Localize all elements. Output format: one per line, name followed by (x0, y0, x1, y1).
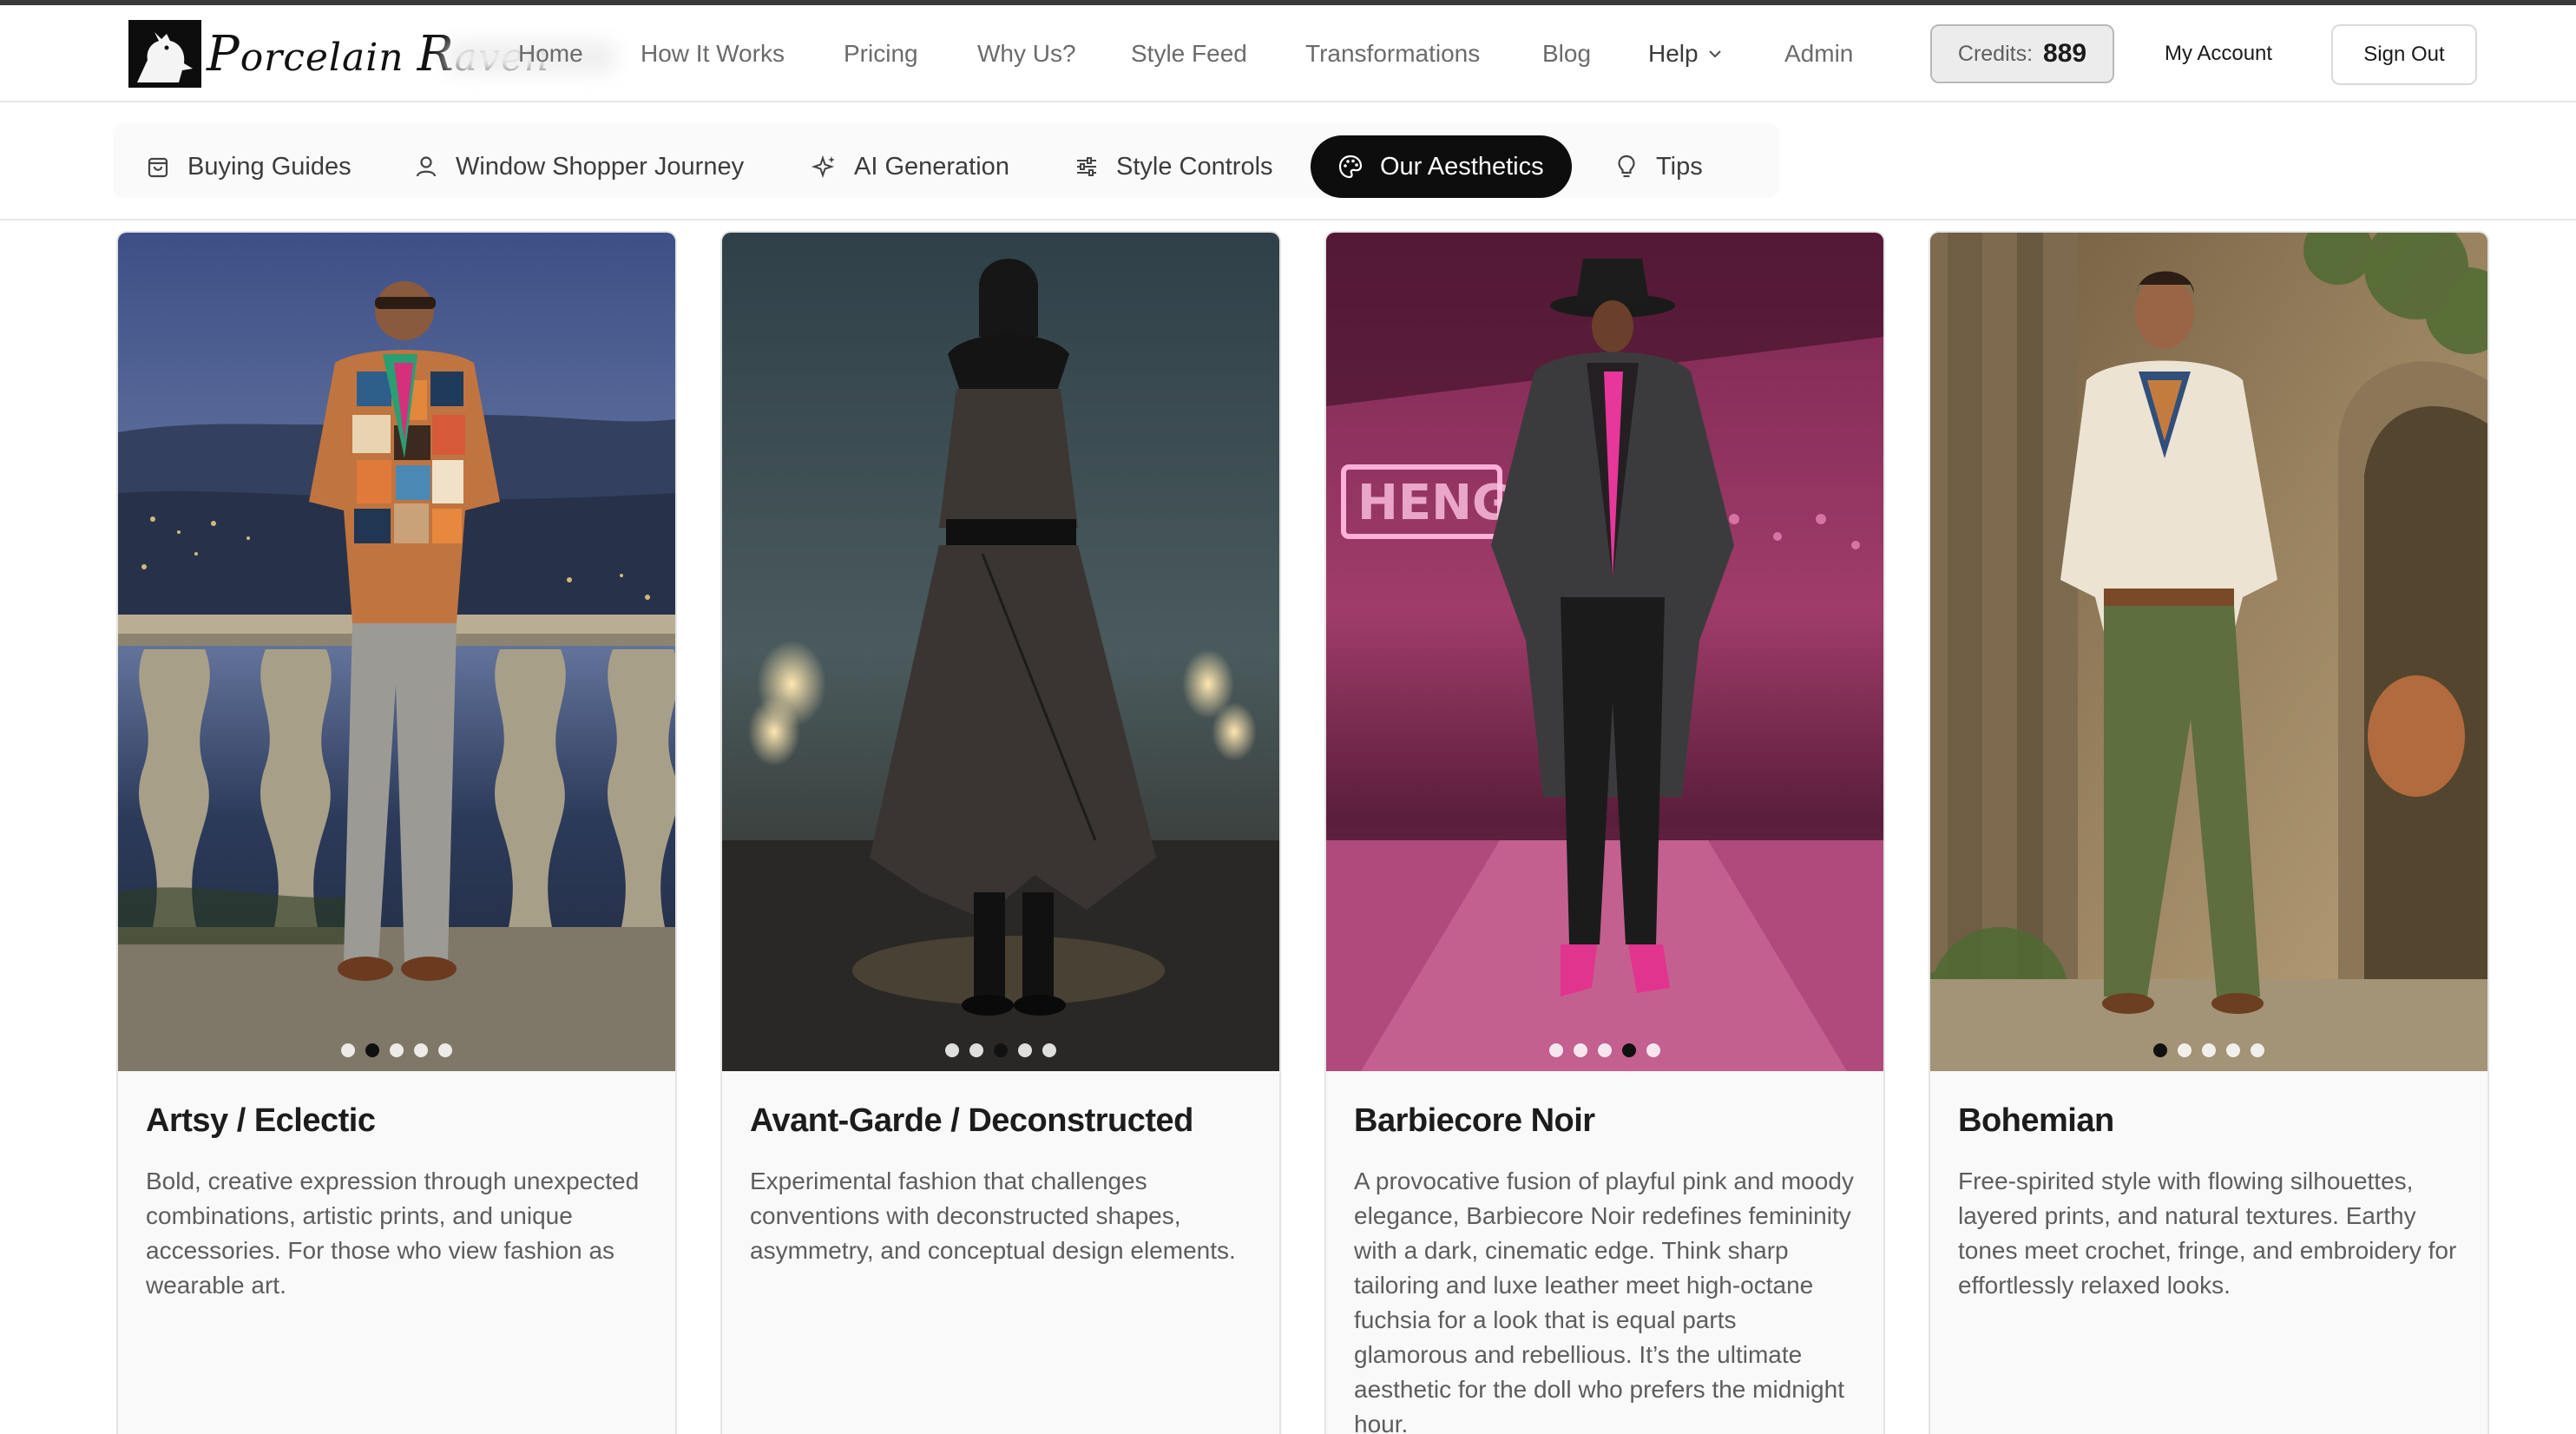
aesthetic-photo: HENG (1326, 233, 1883, 1071)
carousel-dot[interactable] (438, 1043, 452, 1057)
carousel-dot[interactable] (1598, 1043, 1612, 1057)
tab-label: AI Generation (854, 152, 1009, 181)
tab-window-shopper-journey[interactable]: Window Shopper Journey (412, 135, 744, 198)
nav-home[interactable]: Home (518, 40, 583, 68)
aesthetic-description: Experimental fashion that challenges con… (750, 1168, 1236, 1264)
nav-admin[interactable]: Admin (1784, 40, 1853, 68)
carousel-dot[interactable] (945, 1043, 959, 1057)
section-tabs: Buying Guides Window Shopper Journey AI … (0, 104, 2576, 220)
sparkles-icon (811, 155, 835, 179)
carousel-dots (1930, 1043, 2487, 1057)
aesthetic-image-carousel[interactable] (118, 233, 675, 1071)
carousel-dot[interactable] (1042, 1043, 1056, 1057)
aesthetic-title: Artsy / Eclectic (146, 1102, 376, 1139)
nav-why-us[interactable]: Why Us? (977, 40, 1076, 68)
aesthetic-title: Avant-Garde / Deconstructed (750, 1102, 1193, 1139)
palette-icon (1338, 155, 1363, 179)
nav-help-label: Help (1648, 40, 1699, 67)
nav-how-it-works[interactable]: How It Works (641, 40, 785, 68)
tab-label: Our Aesthetics (1380, 152, 1544, 181)
carousel-dot[interactable] (2153, 1043, 2167, 1057)
nav-pricing[interactable]: Pricing (844, 40, 918, 68)
carousel-dot[interactable] (994, 1043, 1008, 1057)
card-body: Avant-Garde / Deconstructed Experimental… (722, 1071, 1279, 1268)
aesthetic-image-carousel[interactable] (1930, 233, 2487, 1071)
carousel-dot[interactable] (1549, 1043, 1563, 1057)
carousel-dot[interactable] (390, 1043, 404, 1057)
tab-style-controls[interactable]: Style Controls (1073, 135, 1273, 198)
credits-label: Credits: (1957, 41, 2034, 66)
carousel-dot[interactable] (2202, 1043, 2216, 1057)
sign-out-button[interactable]: Sign Out (2331, 24, 2477, 85)
aesthetic-card-bohemian[interactable]: Bohemian Free-spirited style with flowin… (1929, 231, 2489, 1434)
brand-logo[interactable]: Porcelain Raven (128, 19, 549, 89)
user-icon (416, 156, 437, 177)
carousel-dot[interactable] (341, 1043, 355, 1057)
carousel-dot[interactable] (969, 1043, 983, 1057)
tab-label: Window Shopper Journey (456, 152, 745, 181)
aesthetic-title: Bohemian (1958, 1102, 2114, 1139)
tab-label: Tips (1656, 152, 1703, 181)
nav-style-feed[interactable]: Style Feed (1131, 40, 1247, 68)
aesthetic-image-carousel[interactable]: HENG (1326, 233, 1883, 1071)
aesthetic-image-carousel[interactable] (722, 233, 1279, 1071)
aesthetic-description: Free-spirited style with flowing silhoue… (1958, 1168, 2457, 1299)
tab-buying-guides[interactable]: Buying Guides (144, 135, 352, 198)
bag-icon (148, 157, 168, 178)
carousel-dot[interactable] (2251, 1043, 2264, 1057)
aesthetic-title: Barbiecore Noir (1354, 1102, 1595, 1139)
carousel-dot[interactable] (1574, 1043, 1587, 1057)
chevron-down-icon (1708, 50, 1721, 58)
tab-ai-generation[interactable]: AI Generation (811, 135, 1009, 198)
aesthetic-photo (118, 233, 675, 1071)
aesthetic-photo (1930, 233, 2487, 1071)
top-navigation: Porcelain Raven Home How It Works Pricin… (0, 5, 2576, 102)
carousel-dot[interactable] (365, 1043, 379, 1057)
raven-logo-icon (128, 20, 201, 88)
card-body: Barbiecore Noir A provocative fusion of … (1326, 1071, 1883, 1434)
nav-transformations[interactable]: Transformations (1305, 40, 1480, 68)
tab-label: Buying Guides (187, 152, 352, 181)
nav-help-dropdown[interactable]: Help (1648, 40, 1723, 68)
carousel-dot[interactable] (2178, 1043, 2192, 1057)
aesthetic-description: A provocative fusion of playful pink and… (1354, 1168, 1854, 1434)
carousel-dots (118, 1043, 675, 1057)
nav-blog[interactable]: Blog (1542, 40, 1591, 68)
carousel-dot[interactable] (1018, 1043, 1032, 1057)
aesthetic-description: Bold, creative expression through unexpe… (146, 1168, 640, 1299)
carousel-dot[interactable] (1646, 1043, 1660, 1057)
tab-tips[interactable]: Tips (1613, 135, 1703, 198)
lightbulb-icon (1618, 155, 1635, 178)
tab-our-aesthetics[interactable]: Our Aesthetics (1311, 135, 1572, 198)
carousel-dots (1326, 1043, 1883, 1057)
credits-badge[interactable]: Credits: 889 (1930, 24, 2114, 83)
carousel-dots (722, 1043, 1279, 1057)
my-account-link[interactable]: My Account (2165, 42, 2272, 66)
aesthetic-photo (722, 233, 1279, 1071)
card-body: Artsy / Eclectic Bold, creative expressi… (118, 1071, 675, 1303)
card-body: Bohemian Free-spirited style with flowin… (1930, 1071, 2487, 1303)
tab-label: Style Controls (1116, 152, 1273, 181)
credits-value: 889 (2043, 39, 2087, 68)
aesthetic-card-barbiecore-noir[interactable]: HENG Barbiecore Noir A provocative fusio… (1324, 231, 1885, 1434)
carousel-dot[interactable] (414, 1043, 428, 1057)
sliders-icon (1077, 157, 1096, 176)
svg-text:HENG: HENG (1357, 475, 1512, 531)
carousel-dot[interactable] (2226, 1043, 2240, 1057)
carousel-dot[interactable] (1622, 1043, 1636, 1057)
aesthetic-card-artsy-eclectic[interactable]: Artsy / Eclectic Bold, creative expressi… (116, 231, 677, 1434)
aesthetic-card-avant-garde[interactable]: Avant-Garde / Deconstructed Experimental… (720, 231, 1281, 1434)
